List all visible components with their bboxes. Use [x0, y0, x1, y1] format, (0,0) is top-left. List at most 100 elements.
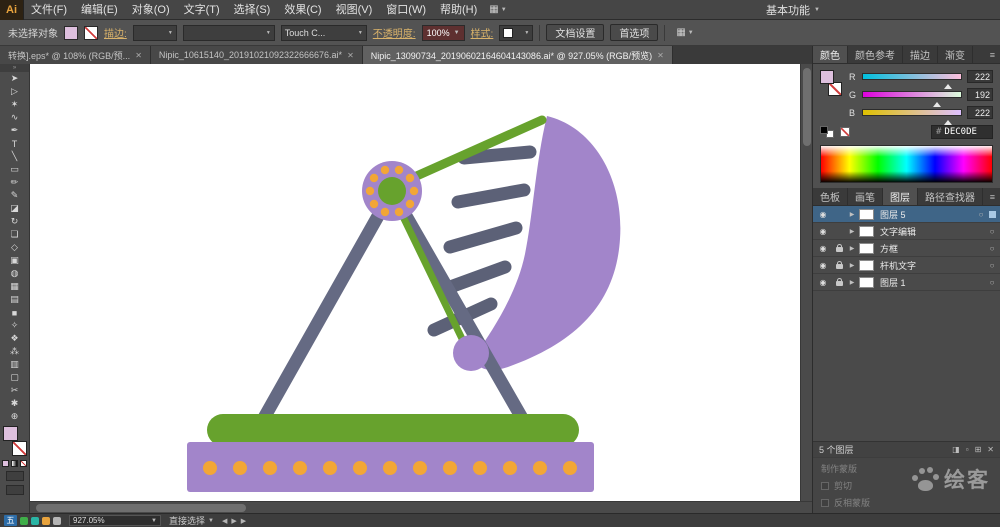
layer-row[interactable]: ◉ ▶ 文字编辑 ○	[813, 223, 1000, 240]
layer-name[interactable]: 方框	[876, 242, 984, 255]
document-tab[interactable]: Nipic_10615140_20191021092322666676.ai* …	[150, 46, 363, 64]
layer-thumbnail[interactable]	[859, 242, 874, 254]
line-segment-tool[interactable]: ╲	[0, 150, 29, 163]
pen-tool[interactable]: ✒	[0, 124, 29, 137]
hand-tool[interactable]: ✱	[0, 397, 29, 410]
layer-name[interactable]: 杆机文字	[876, 259, 984, 272]
visibility-eye-icon[interactable]: ◉	[815, 278, 831, 287]
menu-help[interactable]: 帮助(H)	[433, 0, 484, 20]
menu-file[interactable]: 文件(F)	[24, 0, 74, 20]
stroke-weight-dropdown[interactable]: ▼	[132, 24, 177, 41]
slider-thumb[interactable]	[932, 98, 941, 107]
make-clip-mask-button[interactable]: ◨	[952, 445, 960, 454]
layer-name[interactable]: 图层 5	[876, 208, 973, 221]
brush-definition-dropdown[interactable]: Touch C... ▼	[280, 24, 367, 41]
style-dropdown[interactable]: ▼	[499, 24, 534, 41]
document-tab[interactable]: 转换].eps* @ 108% (RGB/预... ✕	[0, 46, 151, 64]
diagonal-rod[interactable]	[390, 194, 470, 351]
horizontal-scrollbar-thumb[interactable]	[36, 504, 246, 512]
ime-icon[interactable]	[53, 516, 61, 525]
menu-window[interactable]: 窗口(W)	[379, 0, 433, 20]
stroke-proxy-swatch[interactable]	[11, 441, 27, 456]
fill-proxy-swatch[interactable]	[2, 426, 18, 441]
stroke-label[interactable]: 描边:	[104, 25, 127, 40]
fill-stroke-proxy[interactable]	[2, 426, 27, 456]
seat-arm-3[interactable]	[443, 221, 523, 254]
expand-triangle-icon[interactable]: ▶	[847, 279, 857, 286]
new-layer-button[interactable]: ⊞	[975, 445, 982, 454]
menu-type[interactable]: 文字(T)	[177, 0, 227, 20]
tab-swatches[interactable]: 色板	[813, 188, 848, 205]
tab-gradient[interactable]: 渐变	[938, 46, 973, 63]
tab-layers[interactable]: 图层	[883, 188, 918, 205]
workspace-switcher[interactable]: 基本功能 ▼	[756, 2, 830, 18]
stroke-color-swatch[interactable]	[84, 25, 98, 40]
fill-proxy-swatch[interactable]	[820, 70, 834, 84]
layer-row[interactable]: ◉ ▶ 方框 ○	[813, 240, 1000, 257]
drawing-mode-button[interactable]	[5, 471, 24, 481]
toolbox-grip[interactable]: »	[0, 64, 29, 72]
visibility-eye-icon[interactable]: ◉	[815, 210, 831, 219]
layer-target-circle[interactable]: ○	[986, 227, 998, 236]
document-setup-button[interactable]: 文档设置	[546, 24, 605, 41]
menu-select[interactable]: 选择(S)	[227, 0, 278, 20]
color-fill-stroke-proxy[interactable]	[820, 70, 842, 96]
lasso-tool[interactable]: ∿	[0, 111, 29, 124]
menu-view[interactable]: 视图(V)	[329, 0, 380, 20]
eraser-tool[interactable]: ◪	[0, 202, 29, 215]
none-swatch[interactable]	[840, 127, 850, 137]
layer-thumbnail[interactable]	[859, 259, 874, 271]
document-tab-active[interactable]: Nipic_13090734_20190602164604143086.ai* …	[362, 46, 673, 64]
tab-pathfinder[interactable]: 路径查找器	[918, 188, 983, 205]
pencil-tool[interactable]: ✎	[0, 189, 29, 202]
delete-layer-button[interactable]: ✕	[987, 445, 994, 454]
menu-object[interactable]: 对象(O)	[125, 0, 177, 20]
layer-target-circle[interactable]: ○	[986, 244, 998, 253]
lock-cell[interactable]	[833, 260, 845, 269]
close-icon[interactable]: ✕	[657, 51, 664, 60]
menu-effect[interactable]: 效果(C)	[277, 0, 328, 20]
vertical-scrollbar[interactable]	[800, 64, 812, 501]
artboard-tool[interactable]: ▢	[0, 371, 29, 384]
opacity-label[interactable]: 不透明度:	[373, 25, 416, 40]
prev-artboard-button[interactable]: ◀	[222, 517, 227, 525]
width-tool[interactable]: ◇	[0, 241, 29, 254]
style-label[interactable]: 样式:	[471, 25, 494, 40]
invert-mask-checkbox-row[interactable]: 反相蒙版	[821, 496, 992, 509]
slider-thumb[interactable]	[944, 116, 953, 125]
layer-row[interactable]: ◉ ▶ 杆机文字 ○	[813, 257, 1000, 274]
tab-color[interactable]: 颜色	[813, 46, 848, 63]
lock-cell[interactable]	[833, 243, 845, 252]
hex-input[interactable]: # DEC0DE	[931, 125, 993, 139]
gradient-tool[interactable]: ■	[0, 306, 29, 319]
column-graph-tool[interactable]: ▥	[0, 358, 29, 371]
close-icon[interactable]: ✕	[135, 51, 142, 60]
lock-cell[interactable]	[833, 277, 845, 286]
screen-mode-button[interactable]	[5, 485, 24, 495]
layer-name[interactable]: 图层 1	[876, 276, 984, 289]
none-mode-button[interactable]	[20, 460, 27, 467]
rotate-tool[interactable]: ↻	[0, 215, 29, 228]
eyedropper-tool[interactable]: ✧	[0, 319, 29, 332]
green-slider[interactable]	[862, 91, 962, 107]
fill-color-swatch[interactable]	[64, 25, 78, 40]
blue-slider[interactable]	[862, 109, 962, 125]
visibility-eye-icon[interactable]: ◉	[815, 261, 831, 270]
current-tool-display[interactable]: 直接选择 ▼	[169, 514, 214, 527]
arrange-documents-icon[interactable]: ▦ ▼	[484, 4, 511, 15]
checkbox[interactable]	[821, 498, 829, 507]
layer-row[interactable]: ◉ ▶ 图层 5 ○	[813, 206, 1000, 223]
ime-mode-badge[interactable]: 五	[4, 515, 17, 526]
visibility-eye-icon[interactable]: ◉	[815, 244, 831, 253]
menu-edit[interactable]: 编辑(E)	[74, 0, 125, 20]
ime-icon[interactable]	[42, 516, 50, 525]
width-profile-dropdown[interactable]: ▼	[182, 24, 275, 41]
tab-color-guide[interactable]: 颜色参考	[848, 46, 903, 63]
hub-wheel[interactable]	[362, 161, 422, 221]
canvas[interactable]	[30, 64, 812, 513]
green-value-input[interactable]: 192	[967, 88, 993, 101]
free-transform-tool[interactable]: ▣	[0, 254, 29, 267]
expand-triangle-icon[interactable]: ▶	[847, 245, 857, 252]
layer-target-circle[interactable]: ○	[986, 261, 998, 270]
red-value-input[interactable]: 222	[967, 70, 993, 83]
